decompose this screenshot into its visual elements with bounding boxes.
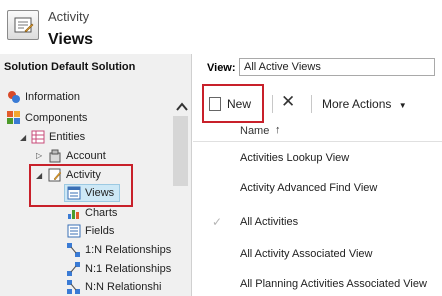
- table-row[interactable]: Activity Advanced Find View: [193, 174, 442, 204]
- more-actions-label: More Actions: [322, 97, 392, 111]
- tree-item-label: Account: [66, 150, 106, 162]
- solution-explorer-pane: Solution Default Solution Information Co…: [0, 54, 192, 296]
- scroll-up-icon[interactable]: [176, 100, 188, 112]
- checkmark-icon[interactable]: ✓: [212, 215, 222, 229]
- charts-icon: [67, 206, 81, 220]
- tree-item-1n-relationships[interactable]: 1:N Relationships: [67, 241, 171, 259]
- tree-item-label: Charts: [85, 207, 118, 219]
- entities-icon: [31, 130, 45, 144]
- highlight-box-activity-views: [29, 164, 133, 207]
- view-name-cell[interactable]: Activities Lookup View: [240, 152, 349, 164]
- tree-item-fields[interactable]: Fields: [67, 222, 114, 240]
- relationship-icon: [67, 243, 81, 257]
- more-actions-button[interactable]: More Actions ▼: [322, 97, 407, 111]
- dropdown-caret-icon: ▼: [398, 101, 407, 110]
- toolbar-separator: [311, 95, 312, 113]
- fields-icon: [67, 224, 81, 238]
- solution-title: Solution Default Solution: [4, 61, 136, 73]
- page-header: Activity Views: [0, 0, 442, 54]
- view-label: View:: [207, 62, 236, 74]
- information-icon: [7, 90, 21, 104]
- table-row[interactable]: All Activity Associated View: [193, 240, 442, 270]
- tree-item-account[interactable]: Account: [48, 147, 106, 165]
- tree-item-label: 1:N Relationships: [85, 244, 172, 256]
- tree-item-nn-relationships[interactable]: N:N Relationshi: [67, 278, 161, 296]
- tree-item-label: Fields: [85, 225, 115, 237]
- entity-name: Activity: [48, 9, 90, 24]
- collapse-triangle-icon[interactable]: ◢: [20, 133, 26, 142]
- tree-item-components[interactable]: Components: [7, 109, 87, 127]
- highlight-box-new: [202, 84, 264, 123]
- account-icon: [48, 149, 62, 163]
- tree-item-entities[interactable]: Entities: [31, 128, 85, 146]
- tree-item-label: N:N Relationshi: [85, 281, 162, 293]
- view-selector[interactable]: All Active Views: [239, 58, 435, 76]
- grid-header: Name ↑: [193, 120, 442, 142]
- tree-item-label: Entities: [49, 131, 86, 143]
- components-icon: [7, 111, 21, 125]
- delete-icon[interactable]: ✕: [281, 92, 295, 112]
- relationship-icon: [67, 280, 81, 294]
- view-name-cell[interactable]: All Activity Associated View: [240, 248, 372, 260]
- scrollbar-thumb[interactable]: [173, 116, 188, 186]
- views-content-area: View: All Active Views New ✕ More Action…: [193, 54, 442, 296]
- sort-ascending-icon: ↑: [275, 124, 281, 136]
- entity-form-icon: [7, 10, 39, 40]
- table-row[interactable]: ✓ All Activities: [193, 208, 442, 238]
- tree-item-label: Components: [25, 112, 88, 124]
- tree-item-information[interactable]: Information: [7, 88, 80, 106]
- view-name-cell[interactable]: All Planning Activities Associated View: [240, 278, 427, 290]
- view-name-cell[interactable]: All Activities: [240, 216, 298, 228]
- table-row[interactable]: Activities Lookup View: [193, 144, 442, 174]
- view-name-cell[interactable]: Activity Advanced Find View: [240, 182, 377, 194]
- expand-triangle-icon[interactable]: ▷: [36, 151, 42, 160]
- relationship-icon: [67, 262, 81, 276]
- column-header-name[interactable]: Name: [240, 125, 269, 137]
- table-row[interactable]: All Planning Activities Associated View: [193, 270, 442, 296]
- tree-item-n1-relationships[interactable]: N:1 Relationships: [67, 260, 171, 278]
- page-title: Views: [48, 31, 94, 48]
- tree-item-label: Information: [25, 91, 81, 103]
- toolbar-separator: [272, 95, 273, 113]
- tree-item-label: N:1 Relationships: [85, 263, 172, 275]
